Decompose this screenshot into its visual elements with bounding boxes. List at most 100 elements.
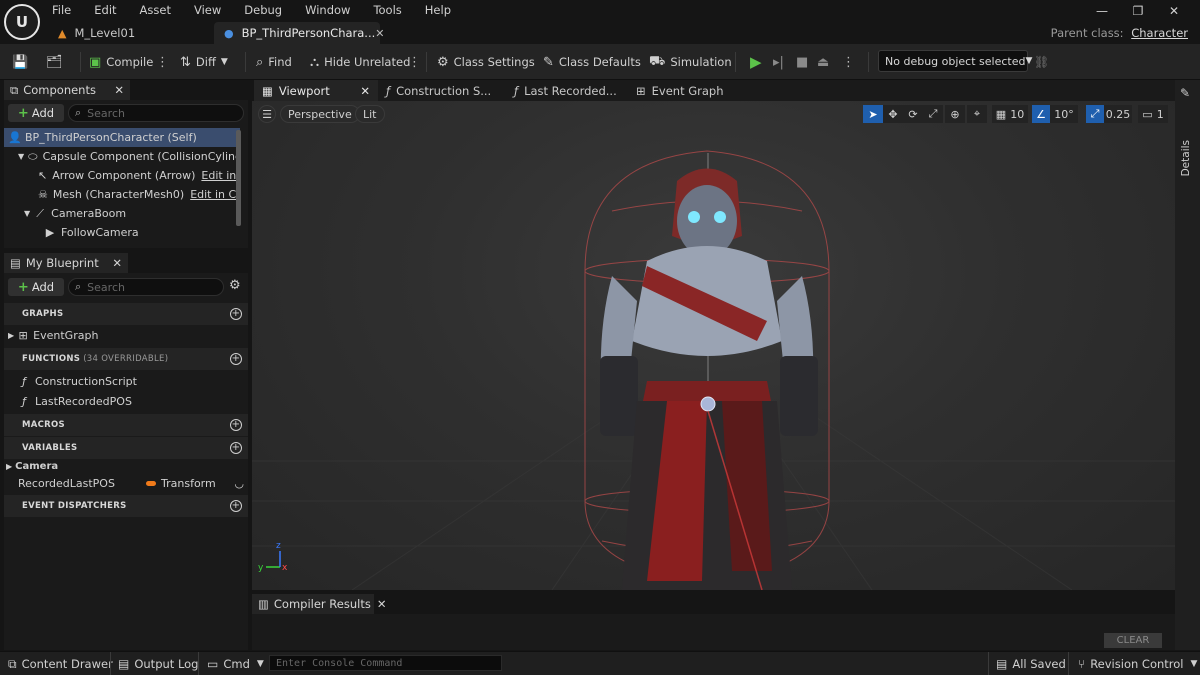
compile-button[interactable]: ▣ Compile [89,44,153,80]
add-member-button[interactable]: + Add [8,278,64,296]
console-command-input[interactable]: Enter Console Command [269,655,502,671]
components-search-input[interactable]: ⌕ Search [68,104,244,122]
camera-speed-button[interactable]: ▭ 1 [1138,105,1168,123]
menu-help[interactable]: Help [425,3,460,17]
stop-icon[interactable]: ■ [796,44,808,80]
graphs-section-header[interactable]: GRAPHS + [4,303,248,325]
grid-snap-button[interactable]: ▦ 10 [992,105,1028,123]
pivot-sphere[interactable] [700,396,716,412]
menu-file[interactable]: File [52,3,80,17]
menu-asset[interactable]: Asset [140,3,180,17]
edit-in-cpp-link[interactable]: Edit in C++ [190,188,240,201]
macros-section-header[interactable]: MACROS + [4,414,248,436]
hide-unrelated-button[interactable]: ⛬ Hide Unrelated [310,44,410,80]
menu-window[interactable]: Window [305,3,359,17]
add-function-icon[interactable]: + [230,353,242,365]
blueprint-search-input[interactable]: ⌕ Search [68,278,224,296]
rotation-snap-icon[interactable]: ∠ [1032,105,1050,123]
hide-unrelated-options-icon[interactable]: ⋮ [408,44,421,80]
scale-snap-button[interactable]: 0.25 [1104,105,1132,123]
cmd-button[interactable]: ▭ Cmd ▼ [207,652,264,675]
details-pen-icon[interactable]: ✎ [1180,86,1190,100]
debug-filter-icon[interactable]: ⛓ [1034,44,1049,80]
variable-type[interactable]: Transform [161,477,216,490]
close-icon[interactable]: ✕ [112,256,122,270]
tab-level[interactable]: ▲ M_Level01 [48,22,212,44]
compile-options-icon[interactable]: ⋮ [156,44,169,80]
add-graph-icon[interactable]: + [230,308,242,320]
tree-item-followcamera[interactable]: ▶ FollowCamera [4,223,240,242]
functions-section-header[interactable]: FUNCTIONS (34 OVERRIDABLE) + [4,348,248,370]
tab-construction-script[interactable]: ƒ Construction S... [378,80,502,101]
tree-item-cameraboom[interactable]: ▼ ⟋ CameraBoom [4,204,240,223]
revision-control-button[interactable]: ⑂ Revision Control ▼ [1078,652,1197,675]
my-blueprint-tab[interactable]: ▤ My Blueprint ✕ [4,253,128,273]
debug-object-select[interactable]: No debug object selected ▼ [878,50,1032,72]
compiler-results-tab[interactable]: ▥ Compiler Results ✕ [252,594,386,614]
visibility-eye-icon[interactable]: ◡ [234,477,244,490]
add-event-dispatcher-icon[interactable]: + [230,500,242,512]
close-icon[interactable]: ✕ [375,27,384,40]
tab-last-recorded[interactable]: ƒ Last Recorded... [506,80,630,101]
tree-item-self[interactable]: 👤 BP_ThirdPersonCharacter (Self) [4,128,240,147]
edit-in-cpp-link[interactable]: Edit in C+ [201,169,240,182]
play-icon[interactable]: ▶ [750,44,762,80]
minimize-icon[interactable]: — [1084,4,1120,18]
variables-section-header[interactable]: VARIABLES + [4,437,248,459]
surface-snap-icon[interactable]: ⌖ [967,105,987,123]
close-icon[interactable]: ✕ [114,83,124,97]
menu-edit[interactable]: Edit [94,3,125,17]
close-icon[interactable]: ✕ [360,84,370,98]
details-tab[interactable]: Details [1180,140,1192,176]
play-options-icon[interactable]: ⋮ [842,44,855,80]
menu-debug[interactable]: Debug [244,3,291,17]
all-saved-button[interactable]: ▤ All Saved [996,652,1066,675]
translate-mode-icon[interactable]: ✥ [883,105,903,123]
save-icon[interactable]: 💾 [12,44,33,80]
step-icon[interactable]: ▸| [773,44,784,80]
viewport-menu-icon[interactable]: ☰ [258,105,276,123]
simulation-button[interactable]: ⛟ Simulation [649,44,732,80]
clear-button[interactable]: CLEAR [1104,633,1162,648]
browse-icon[interactable]: 🗂 [46,44,68,80]
restore-icon[interactable]: ❐ [1120,4,1156,18]
tab-viewport[interactable]: ▦ Viewport ✕ [254,80,378,101]
menu-view[interactable]: View [194,3,230,17]
close-window-icon[interactable]: ✕ [1156,4,1192,18]
graph-item-eventgraph[interactable]: ▶ ⊞ EventGraph [8,326,244,345]
event-dispatchers-section-header[interactable]: EVENT DISPATCHERS + [4,495,248,517]
tree-item-capsule[interactable]: ▼ ⬭ Capsule Component (CollisionCylinder [4,147,240,166]
lit-button[interactable]: Lit [355,105,385,123]
coordinate-space-icon[interactable]: ⊕ [945,105,965,123]
tab-blueprint[interactable]: ● BP_ThirdPersonChara... ✕ [214,22,385,44]
rotate-mode-icon[interactable]: ⟳ [903,105,923,123]
scale-mode-icon[interactable]: ⤢ [923,105,943,123]
function-item-constructionscript[interactable]: ƒ ConstructionScript [18,372,244,391]
gear-icon[interactable]: ⚙ [229,278,241,293]
components-scrollbar[interactable] [236,130,241,226]
parent-class-link[interactable]: Character [1131,26,1188,40]
eject-icon[interactable]: ⏏ [817,44,829,80]
select-mode-icon[interactable]: ➤ [863,105,883,123]
diff-button[interactable]: ⇅ Diff ▼ [180,44,228,80]
close-icon[interactable]: ✕ [377,597,387,611]
tree-item-mesh[interactable]: ☠ Mesh (CharacterMesh0) Edit in C++ [4,185,240,204]
tab-event-graph[interactable]: ⊞ Event Graph [628,80,752,101]
scale-snap-icon[interactable]: ⤢ [1086,105,1104,123]
rotation-snap-button[interactable]: 10° [1050,105,1078,123]
tree-item-arrow[interactable]: ↖ Arrow Component (Arrow) Edit in C+ [4,166,240,185]
add-macro-icon[interactable]: + [230,419,242,431]
find-button[interactable]: ⌕ Find [256,44,292,80]
menu-tools[interactable]: Tools [373,3,410,17]
content-drawer-button[interactable]: ⧉ Content Drawer [8,652,113,675]
variable-item-recordedlastpos[interactable]: RecordedLastPOS Transform ◡ [18,474,248,493]
output-log-button[interactable]: ▤ Output Log [118,652,199,675]
unreal-logo-icon[interactable]: U [4,4,40,40]
perspective-button[interactable]: Perspective [280,105,360,123]
add-variable-icon[interactable]: + [230,442,242,454]
components-tab[interactable]: ⧉ Components ✕ [4,80,130,100]
add-component-button[interactable]: + Add [8,104,64,122]
function-item-lastrecordedpos[interactable]: ƒ LastRecordedPOS [18,392,244,411]
class-settings-button[interactable]: ⚙ Class Settings [437,44,535,80]
viewport-canvas[interactable]: z x y ☰ Perspective Lit ➤ ✥ ⟳ ⤢ ⊕ ⌖ ▦ 10… [252,101,1175,590]
